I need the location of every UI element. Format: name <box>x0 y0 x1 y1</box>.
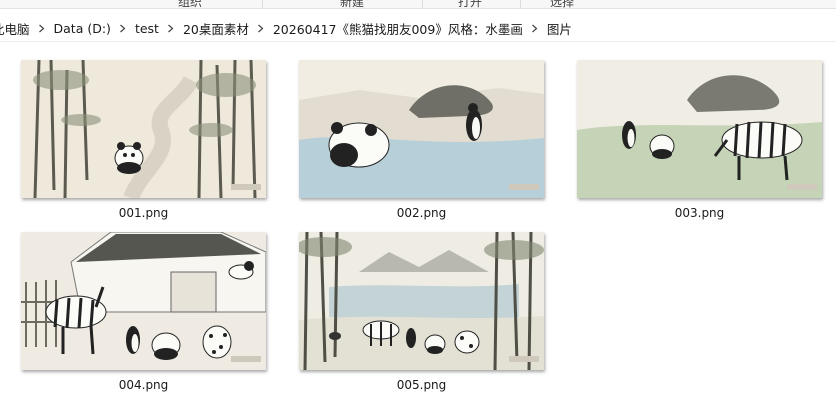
breadcrumb-desktop-assets[interactable]: 20桌面素材 <box>178 19 254 38</box>
divider <box>422 0 423 8</box>
file-name[interactable]: 002.png <box>299 206 544 220</box>
breadcrumb-test[interactable]: test <box>130 21 164 36</box>
file-name[interactable]: 005.png <box>299 378 544 392</box>
ribbon-group-select[interactable]: 选择 <box>550 0 574 8</box>
chevron-right-icon[interactable] <box>254 22 268 36</box>
chevron-right-icon[interactable] <box>116 22 130 36</box>
ribbon-bar: 组织 新建 打开 选择 <box>0 0 836 9</box>
ribbon-group-new[interactable]: 新建 <box>340 0 364 8</box>
village-animals-thumbnail[interactable] <box>21 232 266 370</box>
ribbon-group-open[interactable]: 打开 <box>458 0 482 8</box>
file-name[interactable]: 003.png <box>577 206 822 220</box>
chevron-right-icon[interactable] <box>35 22 49 36</box>
chevron-right-icon[interactable] <box>164 22 178 36</box>
file-name[interactable]: 004.png <box>21 378 266 392</box>
panda-penguin-zebra-thumbnail[interactable] <box>577 60 822 198</box>
divider <box>262 0 263 8</box>
panda-penguin-water-thumbnail[interactable] <box>299 60 544 198</box>
file-name[interactable]: 001.png <box>21 206 266 220</box>
divider <box>520 0 521 8</box>
breadcrumb-this-pc[interactable]: 此电脑 <box>0 19 35 38</box>
lake-bamboo-animals-thumbnail[interactable] <box>299 232 544 370</box>
ribbon-group-organize[interactable]: 组织 <box>178 0 202 8</box>
breadcrumb-project-folder[interactable]: 20260417《熊猫找朋友009》风格：水墨画 <box>268 19 528 38</box>
breadcrumb-data-drive[interactable]: Data (D:) <box>49 21 116 36</box>
breadcrumb-images[interactable]: 图片 <box>542 19 577 38</box>
bamboo-panda-thumbnail[interactable] <box>21 60 266 198</box>
address-breadcrumb: 此电脑 Data (D:) test 20桌面素材 20260417《熊猫找朋友… <box>0 16 836 42</box>
chevron-right-icon[interactable] <box>528 22 542 36</box>
